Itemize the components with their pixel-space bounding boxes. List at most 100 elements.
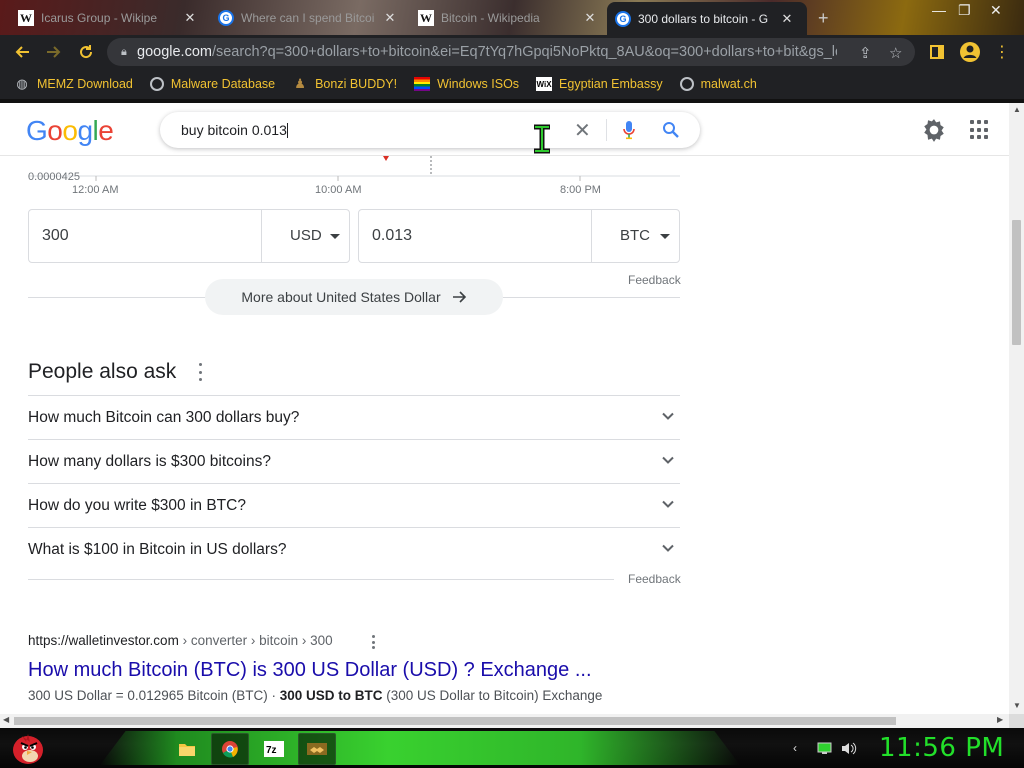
address-bar[interactable]: 🔒︎ google.com/search?q=300+dollars+to+bi… xyxy=(107,38,915,66)
chevron-down-icon xyxy=(662,500,674,508)
close-icon[interactable]: ✕ xyxy=(183,10,197,26)
taskbar-clock[interactable]: 11:56 PM xyxy=(879,733,1004,763)
arrow-right-icon xyxy=(452,291,466,303)
close-icon[interactable]: ✕ xyxy=(780,11,794,27)
network-icon[interactable] xyxy=(817,742,832,758)
globe-icon xyxy=(149,77,164,91)
close-icon[interactable]: ✕ xyxy=(383,10,397,26)
google-logo[interactable]: Google xyxy=(26,115,114,147)
paa-question-text: How do you write $300 in BTC? xyxy=(28,497,246,514)
file-explorer-icon[interactable] xyxy=(168,733,206,765)
bookmark-star-icon[interactable]: ☆ xyxy=(889,44,902,62)
horizontal-scroll-thumb[interactable] xyxy=(14,717,896,725)
reload-icon[interactable] xyxy=(71,35,101,69)
search-box[interactable]: buy bitcoin 0.013 ✕ xyxy=(160,112,700,154)
forward-icon[interactable] xyxy=(39,35,69,69)
microphone-icon[interactable] xyxy=(622,120,636,140)
to-unit-select[interactable]: BTC xyxy=(620,227,650,244)
menu-kebab-icon[interactable]: ⋮ xyxy=(994,35,1010,69)
clear-search-icon[interactable]: ✕ xyxy=(574,118,591,143)
more-options-icon[interactable] xyxy=(196,363,204,381)
start-button-angry-bird-icon[interactable] xyxy=(8,730,46,766)
dropdown-caret-icon[interactable] xyxy=(330,234,340,239)
chevron-down-icon xyxy=(662,412,674,420)
rainbow-flag-icon xyxy=(414,77,431,91)
window-close-icon[interactable]: ✕ xyxy=(990,2,1002,19)
search-input[interactable]: buy bitcoin 0.013 xyxy=(181,122,288,138)
new-tab-button[interactable]: + xyxy=(818,8,829,29)
close-icon[interactable]: ✕ xyxy=(583,10,597,26)
volume-icon[interactable] xyxy=(841,742,857,758)
search-divider xyxy=(606,119,607,141)
vertical-scrollbar[interactable]: ▲ ▼ xyxy=(1009,103,1024,714)
bookmark-memz[interactable]: ◍ MEMZ Download xyxy=(14,76,133,92)
scrollbar-corner xyxy=(1009,714,1024,728)
search-icon[interactable] xyxy=(662,121,680,139)
show-hidden-icons-icon[interactable]: ‹ xyxy=(793,741,797,755)
converter-divider xyxy=(261,210,262,262)
more-about-usd-label: More about United States Dollar xyxy=(241,289,441,305)
chart-x-tick: 8:00 PM xyxy=(560,184,601,196)
result-options-icon[interactable] xyxy=(371,635,375,649)
wikipedia-icon: W xyxy=(18,10,34,26)
dropdown-caret-icon[interactable] xyxy=(660,234,670,239)
tab-300-dollars-active[interactable]: G 300 dollars to bitcoin - G ✕ xyxy=(607,2,807,35)
horizontal-scrollbar[interactable]: ◀ ▶ xyxy=(0,714,1009,728)
chrome-icon[interactable] xyxy=(211,733,249,765)
url-path: /search?q=300+dollars+to+bitcoin&ei=Eq7t… xyxy=(211,44,837,60)
google-header: Google buy bitcoin 0.013 ✕ xyxy=(0,103,1009,156)
memz-icon: ◍ xyxy=(16,76,28,91)
google-apps-icon[interactable] xyxy=(970,120,990,140)
from-amount-input[interactable]: 300 xyxy=(42,227,69,245)
tab-icarus[interactable]: W Icarus Group - Wikipe ✕ xyxy=(10,4,205,32)
converter-feedback-link[interactable]: Feedback xyxy=(628,273,681,287)
paa-question[interactable]: How many dollars is $300 bitcoins? xyxy=(28,439,680,483)
result-title-link[interactable]: How much Bitcoin (BTC) is 300 US Dollar … xyxy=(28,659,592,682)
scroll-left-icon[interactable]: ◀ xyxy=(3,715,9,724)
back-icon[interactable] xyxy=(7,35,37,69)
bookmarks-bar: ◍ MEMZ Download Malware Database ♟ Bonzi… xyxy=(0,69,1024,99)
paa-question[interactable]: How much Bitcoin can 300 dollars buy? xyxy=(28,395,680,439)
text-caret xyxy=(286,123,288,138)
restore-icon[interactable]: ❐ xyxy=(958,2,971,19)
7zip-icon[interactable]: 7z xyxy=(255,733,293,765)
sidebar-icon[interactable] xyxy=(926,35,948,69)
vertical-scroll-thumb[interactable] xyxy=(1012,220,1021,345)
paa-bottom-line xyxy=(28,579,614,580)
scroll-down-icon[interactable]: ▼ xyxy=(1013,701,1021,710)
bookmark-windows-isos[interactable]: Windows ISOs xyxy=(414,77,519,91)
bookmark-bonzi-buddy[interactable]: ♟ Bonzi BUDDY! xyxy=(292,76,397,92)
svg-text:7z: 7z xyxy=(266,745,277,756)
chevron-down-icon xyxy=(662,544,674,552)
more-about-usd-button[interactable]: More about United States Dollar xyxy=(205,279,503,315)
handshake-icon[interactable] xyxy=(298,733,336,765)
paa-feedback-link[interactable]: Feedback xyxy=(628,572,681,586)
to-currency-box: 0.013 BTC xyxy=(358,209,680,263)
scroll-up-icon[interactable]: ▲ xyxy=(1013,105,1021,114)
paa-question[interactable]: What is $100 in Bitcoin in US dollars? xyxy=(28,527,680,571)
tab-strip: W Icarus Group - Wikipe ✕ G Where can I … xyxy=(0,0,1024,35)
wikipedia-icon: W xyxy=(418,10,434,26)
bookmark-malware-database[interactable]: Malware Database xyxy=(149,77,275,91)
settings-gear-icon[interactable] xyxy=(921,117,947,143)
globe-icon xyxy=(679,77,694,91)
bookmark-egyptian-embassy[interactable]: WiX Egyptian Embassy xyxy=(536,77,663,91)
converter-divider xyxy=(591,210,592,262)
chart-x-tick: 12:00 AM xyxy=(72,184,119,196)
profile-avatar-icon[interactable] xyxy=(958,35,982,69)
minimize-icon[interactable]: — xyxy=(932,2,946,18)
from-unit-select[interactable]: USD xyxy=(290,227,322,244)
browser-toolbar: 🔒︎ google.com/search?q=300+dollars+to+bi… xyxy=(0,35,1024,69)
taskbar xyxy=(0,728,1024,768)
to-amount-input[interactable]: 0.013 xyxy=(372,227,412,245)
lock-icon[interactable]: 🔒︎ xyxy=(121,46,137,59)
bookmark-malwatch[interactable]: malwat.ch xyxy=(679,77,757,91)
scroll-right-icon[interactable]: ▶ xyxy=(997,715,1003,724)
tab-where-spend[interactable]: G Where can I spend Bitcoi ✕ xyxy=(210,4,405,32)
tab-bitcoin-wikipedia[interactable]: W Bitcoin - Wikipedia ✕ xyxy=(410,4,605,32)
google-icon: G xyxy=(615,10,631,27)
share-icon[interactable]: ⇪ xyxy=(859,44,872,62)
result-cite[interactable]: https://walletinvestor.com › converter ›… xyxy=(28,633,333,648)
from-currency-box: 300 USD xyxy=(28,209,350,263)
paa-question[interactable]: How do you write $300 in BTC? xyxy=(28,483,680,527)
